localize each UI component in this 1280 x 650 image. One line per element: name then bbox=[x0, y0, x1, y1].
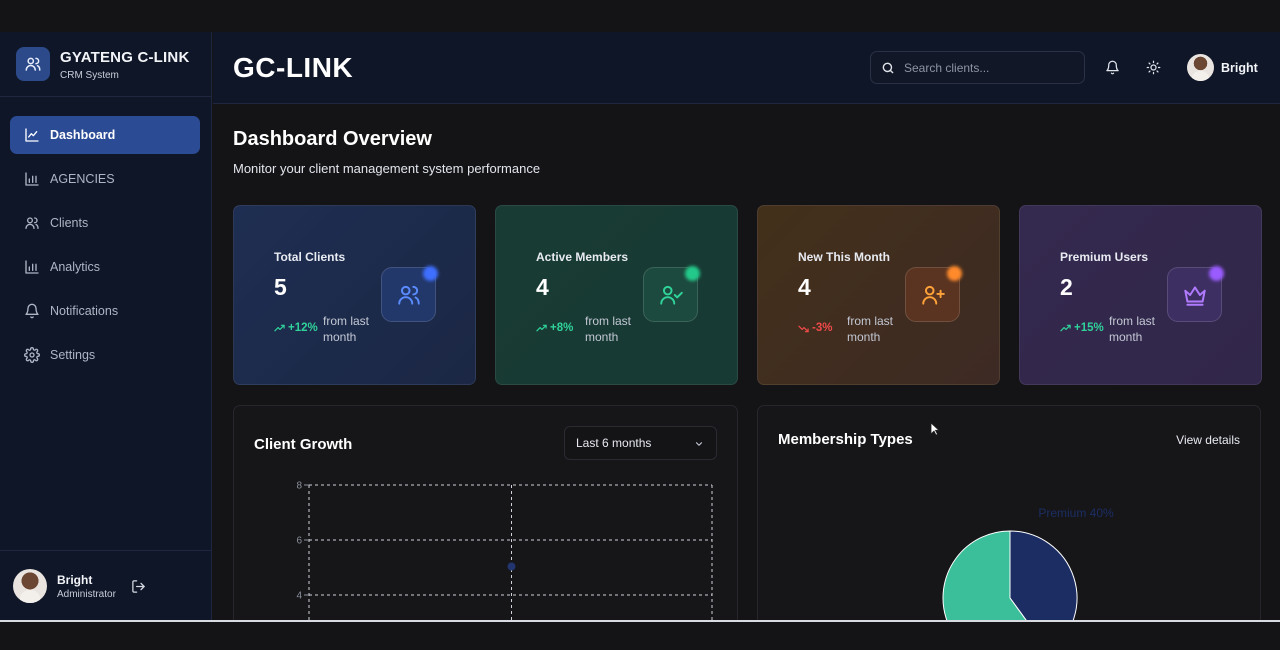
client-growth-chart: 8 6 4 bbox=[296, 481, 713, 620]
y-tick-label: 4 bbox=[296, 591, 302, 602]
stat-value: 2 bbox=[1060, 274, 1073, 300]
y-tick-label: 6 bbox=[296, 536, 302, 547]
stat-label: Total Clients bbox=[274, 250, 346, 264]
page-subtitle: Monitor your client management system pe… bbox=[233, 161, 541, 176]
bell-icon[interactable] bbox=[1105, 60, 1120, 80]
stat-label: New This Month bbox=[798, 250, 890, 264]
membership-types-panel: Membership Types View details Premium 40… bbox=[757, 405, 1261, 620]
pie-slice bbox=[1009, 530, 1078, 620]
trend-down-icon bbox=[798, 325, 809, 332]
top-letterbox bbox=[0, 0, 1280, 32]
bottom-letterbox bbox=[0, 620, 1280, 650]
brand: GYATENG C-LINK CRM System bbox=[0, 32, 212, 97]
main-content: Dashboard Overview Monitor your client m… bbox=[213, 104, 1280, 620]
sun-icon[interactable] bbox=[1146, 60, 1161, 80]
stat-note: from last month bbox=[323, 314, 370, 344]
line-chart-icon bbox=[25, 128, 39, 142]
trend-up-icon bbox=[1060, 324, 1071, 331]
sidebar-item-dashboard[interactable]: Dashboard bbox=[10, 116, 200, 154]
bell-icon bbox=[25, 303, 39, 319]
avatar[interactable] bbox=[1187, 54, 1214, 81]
sidebar-item-label: AGENCIES bbox=[50, 172, 115, 186]
sidebar-item-label: Notifications bbox=[50, 304, 119, 318]
sidebar-nav: Dashboard AGENCIES Clients Analytics Not… bbox=[10, 116, 200, 380]
y-tick-label: 8 bbox=[296, 481, 302, 492]
sidebar-item-agencies[interactable]: AGENCIES bbox=[10, 160, 200, 198]
sidebar-item-label: Clients bbox=[50, 216, 89, 230]
stat-trend: +8% bbox=[536, 322, 573, 334]
sidebar-item-clients[interactable]: Clients bbox=[10, 204, 200, 242]
sidebar-user-name: Bright bbox=[57, 573, 93, 587]
stat-trend-value: +15% bbox=[1074, 322, 1104, 334]
users-icon bbox=[25, 217, 39, 229]
search-input[interactable] bbox=[904, 60, 1074, 75]
stat-value: 5 bbox=[274, 274, 287, 300]
page-title: Dashboard Overview bbox=[233, 128, 432, 150]
stat-value: 4 bbox=[536, 274, 549, 300]
stat-trend-value: +8% bbox=[550, 322, 574, 334]
mouse-cursor bbox=[930, 422, 941, 441]
brand-title: GYATENG C-LINK bbox=[60, 49, 190, 66]
data-point bbox=[507, 562, 516, 571]
stat-card-new-this-month[interactable]: New This Month 4 -3% from last month bbox=[757, 205, 1000, 385]
sidebar-item-label: Dashboard bbox=[50, 128, 116, 142]
stat-trend: +15% bbox=[1060, 322, 1104, 334]
bar-chart-icon bbox=[25, 172, 39, 186]
stat-note: from last month bbox=[847, 314, 894, 344]
trend-up-icon bbox=[536, 324, 547, 331]
stat-value: 4 bbox=[798, 274, 811, 300]
stat-trend: +12% bbox=[274, 322, 318, 334]
stat-trend: -3% bbox=[798, 322, 832, 334]
glow-dot bbox=[423, 266, 438, 281]
stat-card-active-members[interactable]: Active Members 4 +8% from last month bbox=[495, 205, 738, 385]
client-growth-panel: Client Growth Last 6 months 864 bbox=[233, 405, 738, 620]
membership-types-chart: Premium 40% bbox=[942, 506, 1114, 620]
sidebar-item-notifications[interactable]: Notifications bbox=[10, 292, 200, 330]
sidebar: GYATENG C-LINK CRM System Dashboard AGEN… bbox=[0, 32, 212, 620]
sidebar-user-role: Administrator bbox=[57, 589, 116, 600]
pie-slice-label: Premium 40% bbox=[1038, 506, 1114, 520]
gear-icon bbox=[24, 347, 40, 363]
search-box bbox=[870, 51, 1085, 84]
bar-chart-icon bbox=[25, 260, 39, 274]
stat-trend-value: +12% bbox=[288, 322, 318, 334]
glow-dot bbox=[947, 266, 962, 281]
sidebar-item-settings[interactable]: Settings bbox=[10, 336, 200, 374]
stat-label: Premium Users bbox=[1060, 250, 1149, 264]
app-logo: GC-LINK bbox=[233, 52, 354, 83]
stat-label: Active Members bbox=[536, 250, 629, 264]
sidebar-item-analytics[interactable]: Analytics bbox=[10, 248, 200, 286]
sidebar-item-label: Settings bbox=[50, 348, 96, 362]
top-header: GC-LINK Bright bbox=[213, 32, 1280, 104]
stat-note: from last month bbox=[1109, 314, 1156, 344]
app-window: GYATENG C-LINK CRM System Dashboard AGEN… bbox=[0, 32, 1280, 620]
stat-card-total-clients[interactable]: Total Clients 5 +12% from last month bbox=[233, 205, 476, 385]
search-icon bbox=[882, 62, 894, 73]
glow-dot bbox=[1209, 266, 1224, 281]
stat-note: from last month bbox=[585, 314, 632, 344]
header-user-name[interactable]: Bright bbox=[1221, 61, 1258, 75]
stat-trend-value: -3% bbox=[812, 322, 833, 334]
trend-up-icon bbox=[274, 324, 285, 331]
users-icon bbox=[16, 47, 50, 81]
sidebar-user: Bright Administrator bbox=[0, 550, 212, 620]
glow-dot bbox=[685, 266, 700, 281]
stat-card-premium-users[interactable]: Premium Users 2 +15% from last month bbox=[1019, 205, 1262, 385]
logout-icon[interactable] bbox=[131, 579, 146, 599]
sidebar-item-label: Analytics bbox=[50, 260, 101, 274]
brand-subtitle: CRM System bbox=[60, 70, 119, 81]
avatar[interactable] bbox=[13, 569, 47, 603]
